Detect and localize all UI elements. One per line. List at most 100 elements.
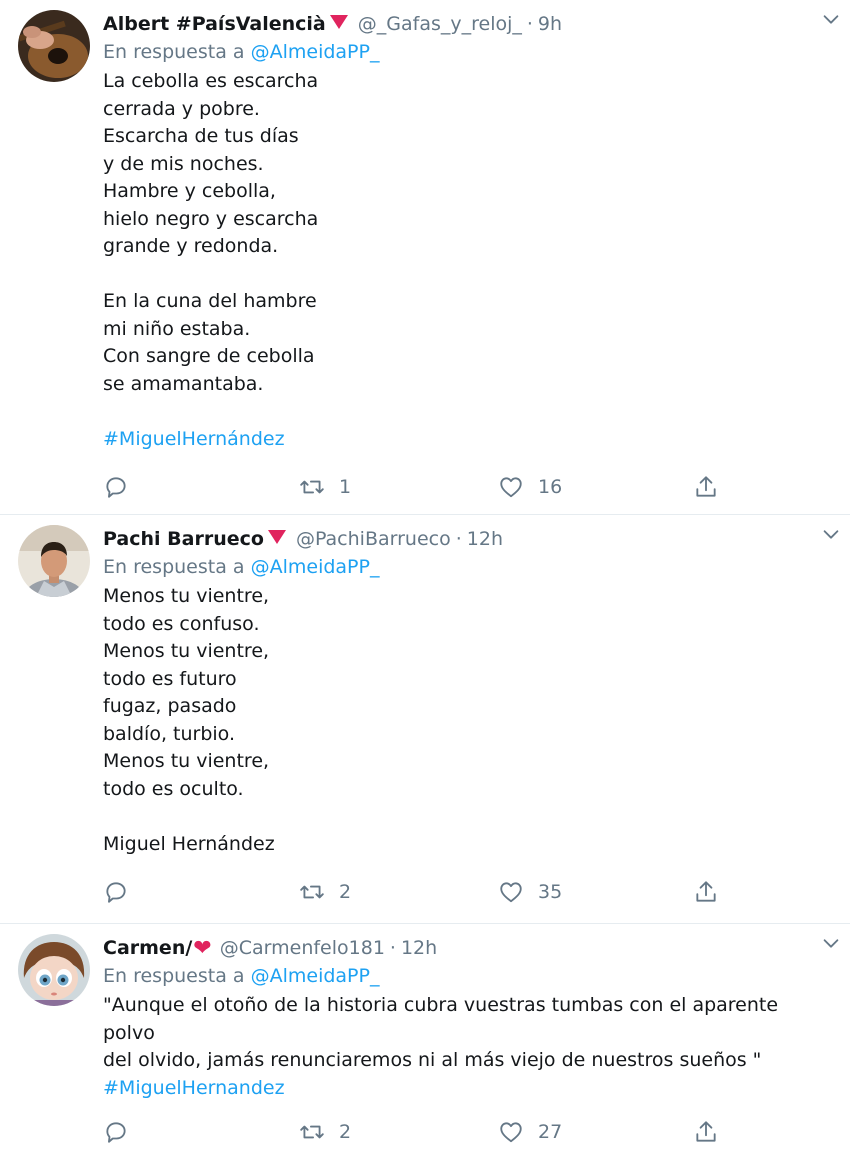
tweet-text-line: del olvido, jamás renunciaremos ni al má… — [103, 1049, 762, 1071]
avatar[interactable] — [18, 10, 90, 82]
author-handle[interactable]: @PachiBarrueco — [296, 528, 451, 550]
retweet-button[interactable]: 2 — [299, 879, 351, 905]
tweet[interactable]: Albert #PaísValencià @_Gafas_y_reloj_ · … — [0, 0, 850, 515]
tweet-actions: 1 16 — [103, 465, 830, 509]
tweet-text: Menos tu vientre, todo es confuso. Menos… — [103, 583, 830, 858]
red-heart-icon: ❤ — [193, 935, 212, 961]
tweet-text-line — [103, 803, 830, 831]
tweet-text: La cebolla es escarcha cerrada y pobre. … — [103, 68, 830, 453]
tweet-text-line: Menos tu vientre, — [103, 585, 270, 607]
tweet-actions: 2 27 — [103, 1110, 830, 1154]
tweet-text-line: cerrada y pobre. — [103, 97, 260, 120]
tweet-text-line: Menos tu vientre, — [103, 750, 270, 772]
author-name[interactable]: Pachi Barrueco — [103, 528, 264, 550]
reply-mention-link[interactable]: @AlmeidaPP_ — [251, 41, 380, 63]
tweet-text-line — [103, 261, 830, 289]
retweet-icon — [300, 885, 324, 899]
retweet-button[interactable]: 1 — [299, 474, 351, 500]
tweet-text-line: "Aunque el otoño de la historia cubra vu… — [103, 994, 779, 1044]
reply-mention-link[interactable]: @AlmeidaPP_ — [251, 556, 380, 578]
tweet-text-line — [103, 398, 830, 426]
retweet-button[interactable]: 2 — [299, 1119, 351, 1145]
like-count: 27 — [538, 1121, 563, 1143]
tweet-text-line: Con sangre de cebolla — [103, 345, 315, 367]
tweet-text: "Aunque el otoño de la historia cubra vu… — [103, 992, 830, 1102]
tweet-text-line: grande y redonda. — [103, 235, 279, 257]
reply-context: En respuesta a @AlmeidaPP_ — [103, 553, 830, 581]
heart-icon — [500, 477, 522, 498]
reply-icon — [106, 1122, 126, 1143]
heart-icon — [500, 882, 522, 903]
retweet-count: 2 — [339, 1121, 352, 1143]
tweet-text-line: En la cuna del hambre — [103, 290, 317, 312]
tweet-text-line: Miguel Hernández — [103, 832, 275, 855]
like-button[interactable]: 16 — [498, 474, 562, 500]
tweet-header: Carmen/ ❤ @Carmenfelo181 · 12h — [103, 934, 830, 962]
reply-button[interactable] — [103, 474, 129, 500]
tweet-menu-chevron-down-icon[interactable] — [820, 523, 842, 545]
reply-prefix: En respuesta a — [103, 41, 245, 63]
tweet-text-line: y de mis noches. — [103, 152, 264, 175]
tweet-text-line: todo es oculto. — [103, 777, 244, 800]
tweet-text-line: Escarcha de tus días — [103, 125, 299, 147]
reply-prefix: En respuesta a — [103, 965, 245, 987]
like-count: 16 — [538, 476, 563, 498]
share-icon — [696, 1121, 716, 1142]
red-triangle-icon — [329, 15, 348, 29]
heart-icon — [500, 1122, 522, 1143]
tweet-actions: 2 35 — [103, 870, 830, 914]
reply-context: En respuesta a @AlmeidaPP_ — [103, 962, 830, 990]
share-button[interactable] — [693, 879, 719, 905]
share-button[interactable] — [693, 474, 719, 500]
timestamp[interactable]: 9h — [538, 13, 562, 35]
reply-icon — [106, 882, 126, 903]
reply-mention-link[interactable]: @AlmeidaPP_ — [251, 965, 380, 987]
hashtag-link[interactable]: #MiguelHernandez — [103, 1075, 830, 1103]
avatar-doll-image — [18, 934, 90, 1006]
tweet[interactable]: Pachi Barrueco @PachiBarrueco · 12h En r… — [0, 515, 850, 924]
avatar-man-portrait-image — [18, 525, 90, 597]
reply-context: En respuesta a @AlmeidaPP_ — [103, 38, 830, 66]
tweet[interactable]: Carmen/ ❤ @Carmenfelo181 · 12h En respue… — [0, 924, 850, 1143]
share-icon — [696, 476, 716, 497]
retweet-count: 1 — [339, 476, 352, 498]
separator-dot: · — [526, 13, 533, 35]
avatar-guitar-image — [18, 10, 90, 82]
avatar[interactable] — [18, 934, 90, 1006]
tweet-text-line: baldío, turbio. — [103, 722, 235, 745]
retweet-icon — [300, 1125, 324, 1139]
tweet-text-line: se amamantaba. — [103, 372, 264, 395]
hashtag-link[interactable]: #MiguelHernández — [103, 426, 830, 454]
tweet-menu-chevron-down-icon[interactable] — [820, 8, 842, 30]
separator-dot: · — [455, 528, 462, 550]
author-handle[interactable]: @Carmenfelo181 — [220, 937, 385, 959]
tweet-header: Pachi Barrueco @PachiBarrueco · 12h — [103, 525, 830, 553]
author-handle[interactable]: @_Gafas_y_reloj_ — [358, 13, 522, 35]
tweet-text-line: La cebolla es escarcha — [103, 70, 319, 92]
author-name[interactable]: Albert #PaísValencià — [103, 13, 326, 35]
retweet-count: 2 — [339, 881, 352, 903]
tweet-text-line: todo es confuso. — [103, 612, 260, 635]
tweet-text-line: fugaz, pasado — [103, 695, 237, 717]
reply-button[interactable] — [103, 879, 129, 905]
timestamp[interactable]: 12h — [401, 937, 437, 959]
like-button[interactable]: 35 — [498, 879, 562, 905]
like-count: 35 — [538, 881, 563, 903]
tweet-header: Albert #PaísValencià @_Gafas_y_reloj_ · … — [103, 10, 830, 38]
reply-icon — [106, 477, 126, 498]
tweet-text-line: hielo negro y escarcha — [103, 207, 319, 230]
timestamp[interactable]: 12h — [467, 528, 503, 550]
reply-button[interactable] — [103, 1119, 129, 1145]
tweet-text-line: Menos tu vientre, — [103, 640, 270, 662]
share-button[interactable] — [693, 1119, 719, 1145]
retweet-icon — [300, 480, 324, 494]
separator-dot: · — [389, 937, 396, 959]
author-name[interactable]: Carmen/ — [103, 937, 192, 959]
like-button[interactable]: 27 — [498, 1119, 562, 1145]
tweet-text-line: mi niño estaba. — [103, 317, 251, 340]
red-triangle-icon — [267, 530, 286, 544]
tweet-menu-chevron-down-icon[interactable] — [820, 932, 842, 954]
avatar[interactable] — [18, 525, 90, 597]
tweet-text-line: todo es futuro — [103, 667, 237, 690]
share-icon — [696, 881, 716, 902]
